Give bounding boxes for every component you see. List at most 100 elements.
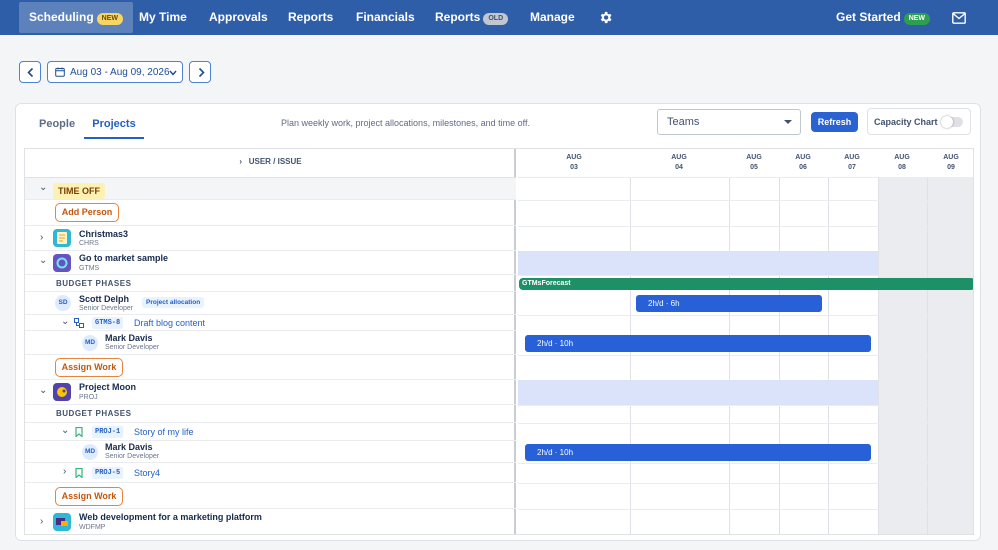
user-issue-header-label: USER / ISSUE: [248, 157, 302, 166]
chevron-right-icon: [198, 67, 205, 78]
chevron-down-icon[interactable]: ⌄: [39, 255, 47, 266]
month-label: AUG: [671, 154, 687, 161]
allocation-bar[interactable]: 2h/d · 10h: [525, 335, 871, 352]
issue-title[interactable]: Story4: [134, 468, 160, 478]
day-header: AUG 07: [832, 153, 872, 173]
project-avatar: [53, 229, 71, 247]
nav-reports[interactable]: Reports: [288, 2, 333, 33]
project-name: Web development for a marketing platform: [79, 512, 262, 522]
project-avatar: [53, 513, 71, 531]
forecast-bar[interactable]: GTMsForecast: [519, 278, 973, 290]
tab-people[interactable]: People: [39, 118, 75, 130]
nav-my-time[interactable]: My Time: [139, 2, 187, 33]
day-label: 07: [848, 164, 856, 171]
row-divider: [518, 509, 973, 510]
nav-scheduling[interactable]: Scheduling NEW: [19, 2, 134, 33]
chevron-down-icon[interactable]: ⌄: [61, 425, 69, 436]
gear-icon[interactable]: [598, 10, 613, 30]
issue-key[interactable]: PROJ-1: [92, 426, 124, 438]
day-label: 08: [898, 164, 906, 171]
allocation-bar[interactable]: 2h/d · 10h: [525, 444, 871, 461]
old-badge: OLD: [483, 13, 509, 25]
issue-row-gtms-8[interactable]: ⌄ GTMS-8 Draft blog content: [25, 315, 516, 331]
month-label: AUG: [844, 154, 860, 161]
allocation-bar[interactable]: 2h/d · 6h: [636, 295, 822, 312]
project-key: GTMS: [79, 265, 100, 272]
row-divider: [518, 226, 973, 227]
month-label: AUG: [894, 154, 910, 161]
issue-row-proj-1[interactable]: ⌄ PROJ-1 Story of my life: [25, 423, 516, 441]
project-row-gtms[interactable]: ⌄ Go to market sample GTMS: [25, 251, 516, 275]
calendar-icon: [55, 67, 65, 77]
assign-work-button[interactable]: Assign Work: [55, 487, 123, 506]
top-navigation: Scheduling NEW My Time Approvals Reports …: [0, 0, 998, 35]
next-week-button[interactable]: [189, 61, 211, 83]
day-header: AUG 05: [734, 153, 774, 173]
mail-icon[interactable]: [952, 11, 966, 29]
chevron-down-icon[interactable]: ⌄: [39, 182, 47, 193]
person-row-mark-davis[interactable]: MD Mark Davis Senior Developer: [25, 441, 516, 463]
time-off-row: ⌄ TIME OFF: [25, 178, 516, 200]
nav-reports-old[interactable]: Reports OLD: [435, 2, 509, 33]
nav-approvals[interactable]: Approvals: [209, 2, 268, 33]
tab-description: Plan weekly work, project allocations, m…: [281, 118, 530, 128]
assign-work-button[interactable]: Assign Work: [55, 358, 123, 377]
nav-financials[interactable]: Financials: [356, 2, 415, 33]
issue-key[interactable]: GTMS-8: [92, 317, 124, 329]
tab-projects[interactable]: Projects: [84, 118, 144, 139]
chevron-right-icon: ›: [239, 157, 249, 166]
issue-title[interactable]: Draft blog content: [134, 318, 205, 328]
nav-reports-old-label: Reports: [435, 10, 481, 24]
day-label: 03: [570, 164, 578, 171]
issue-title[interactable]: Story of my life: [134, 427, 194, 437]
project-avatar: [53, 383, 71, 401]
person-row-scott-delph[interactable]: SD Scott Delph Senior Developer Project …: [25, 292, 516, 315]
avatar: SD: [55, 295, 71, 311]
resource-column: › USER / ISSUE ⌄ TIME OFF Add Person › C…: [25, 149, 516, 534]
nav-get-started[interactable]: Get Started NEW: [836, 2, 931, 33]
project-key: CHRS: [79, 240, 99, 247]
day-header: AUG 09: [931, 153, 971, 173]
nav-manage[interactable]: Manage: [530, 2, 575, 33]
date-range-picker[interactable]: Aug 03 - Aug 09, 2026: [47, 61, 183, 83]
row-divider: [518, 463, 973, 464]
project-band: [518, 380, 878, 405]
capacity-chart-label: Capacity Chart: [874, 117, 938, 127]
chevron-right-icon[interactable]: ›: [40, 516, 43, 527]
chevron-right-icon[interactable]: ›: [40, 232, 43, 243]
person-name: Scott Delph: [79, 294, 130, 304]
chevron-down-icon[interactable]: ⌄: [61, 316, 69, 327]
capacity-chart-toggle[interactable]: [941, 116, 963, 128]
row-divider: [518, 405, 973, 406]
person-row-mark-davis[interactable]: MD Mark Davis Senior Developer: [25, 331, 516, 355]
chevron-down-icon[interactable]: ⌄: [39, 385, 47, 396]
assign-work-row: Assign Work: [25, 483, 516, 509]
project-row-proj[interactable]: ⌄ Project Moon PROJ: [25, 380, 516, 405]
prev-week-button[interactable]: [19, 61, 41, 83]
budget-phases-label: BUDGET PHASES: [56, 279, 132, 288]
row-divider: [518, 423, 973, 424]
issue-row-proj-5[interactable]: › PROJ-5 Story4: [25, 463, 516, 483]
month-label: AUG: [795, 154, 811, 161]
teams-select[interactable]: Teams: [657, 109, 801, 135]
project-key: WDFMP: [79, 524, 106, 531]
add-person-button[interactable]: Add Person: [55, 203, 119, 222]
teams-select-value: Teams: [667, 116, 700, 128]
chevron-right-icon[interactable]: ›: [63, 466, 66, 477]
assign-work-row: Assign Work: [25, 355, 516, 380]
day-label: 06: [799, 164, 807, 171]
day-header: AUG 06: [783, 153, 823, 173]
day-header: AUG 04: [659, 153, 699, 173]
new-badge: NEW: [903, 13, 931, 25]
timeline: AUG 03 AUG 04 AUG 05 AUG 06 AUG 07 AUG 08 AUG 0…: [518, 149, 973, 534]
budget-phases-row: BUDGET PHASES: [25, 405, 516, 423]
refresh-button[interactable]: Refresh: [811, 112, 858, 132]
project-row-wdfmp[interactable]: › Web development for a marketing platfo…: [25, 509, 516, 534]
schedule-grid: › USER / ISSUE ⌄ TIME OFF Add Person › C…: [24, 148, 974, 535]
project-row-christmas3[interactable]: › Christmas3 CHRS: [25, 226, 516, 251]
row-divider: [518, 200, 973, 201]
user-issue-header[interactable]: › USER / ISSUE: [25, 149, 516, 178]
issue-key[interactable]: PROJ-5: [92, 467, 124, 479]
project-key: PROJ: [79, 394, 98, 401]
project-avatar: [53, 254, 71, 272]
